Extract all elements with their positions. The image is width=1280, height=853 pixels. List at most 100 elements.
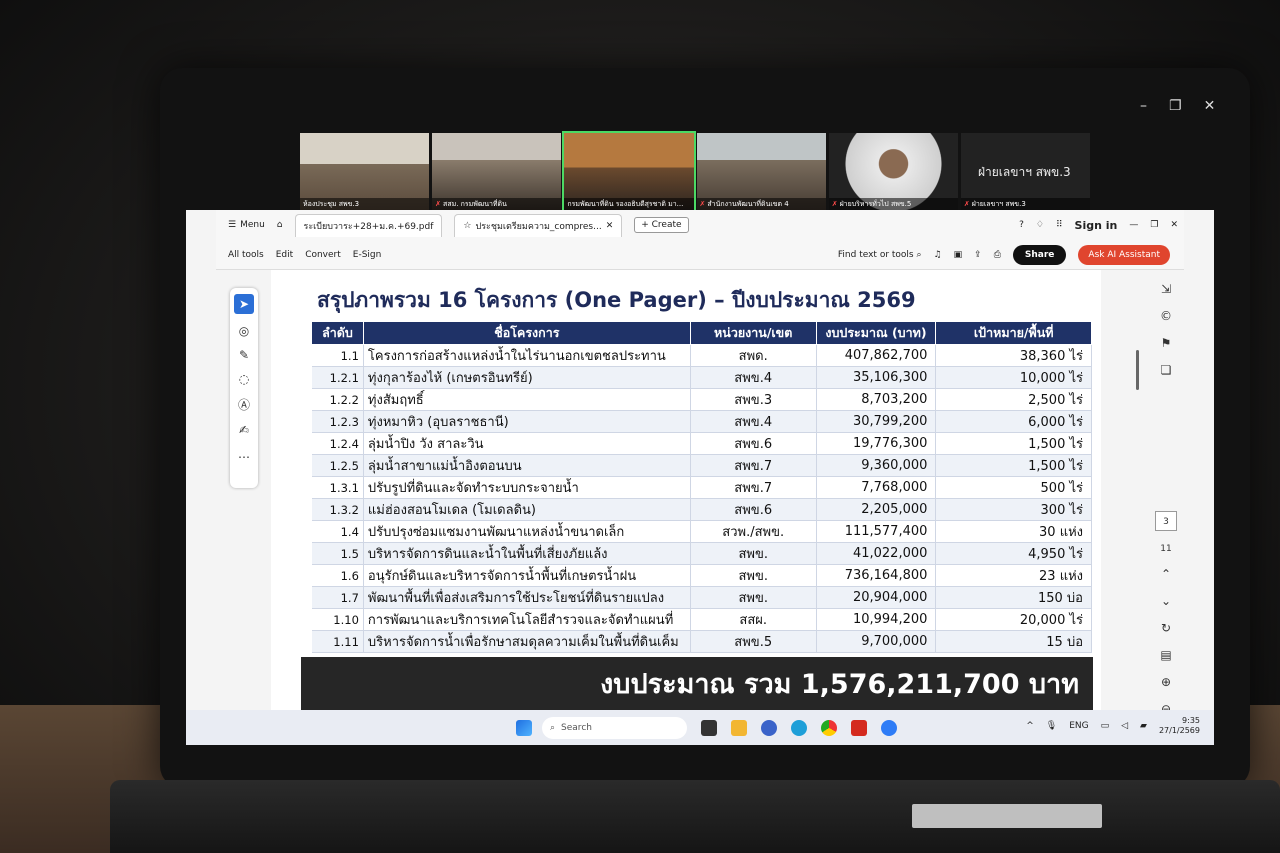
taskbar-search[interactable]: ⌕ Search: [542, 716, 687, 739]
upload-icon[interactable]: ⇪: [974, 250, 982, 260]
convert-button[interactable]: Convert: [305, 250, 341, 260]
participant-tile[interactable]: ✗ ฝ่ายบริหารทั่วไป สพข.5: [828, 133, 958, 210]
laptop-sticker: [912, 804, 1102, 828]
cell-unit: สสผ.: [690, 608, 817, 631]
close-tab-icon[interactable]: ✕: [606, 221, 614, 231]
cell-budget: 20,904,000: [816, 586, 937, 609]
comment-icon[interactable]: ◎: [239, 324, 249, 338]
cell-project-name: ลุ่มน้ำปิง วัง สาละวิน: [363, 432, 691, 455]
minimize-icon[interactable]: –: [1140, 98, 1147, 114]
laptop-base: [110, 780, 1280, 853]
cell-project-name: แม่ฮ่องสอนโมเดล (โมเดลดิน): [363, 498, 691, 521]
start-icon[interactable]: [516, 719, 532, 736]
table-row: 1.6 อนุรักษ์ดินและบริหารจัดการน้ำพื้นที่เ…: [311, 564, 1092, 587]
table-row: 1.3.2 แม่ฮ่องสอนโมเดล (โมเดลดิน) สพข.6 2,20…: [311, 498, 1092, 521]
edge-icon[interactable]: [791, 719, 807, 736]
task-view-icon[interactable]: [701, 719, 717, 736]
cell-target: 10,000 ไร่: [935, 366, 1092, 389]
table-row: 1.10 การพัฒนาและบริการเทคโนโลยีสำรวจและจั…: [311, 608, 1092, 631]
cell-budget: 10,994,200: [816, 608, 937, 631]
windows-taskbar: ⌕ Search ^ 🎙 ENG ▭ ◁ ▰ 9:35 27/1/2569: [186, 710, 1214, 745]
tab-meeting-pdf[interactable]: ☆ ประชุมเตรียมความ_compres... ✕: [454, 213, 623, 237]
ask-ai-button[interactable]: Ask AI Assistant: [1078, 244, 1170, 265]
zoom-in-icon[interactable]: ⊕: [1161, 675, 1171, 689]
cell-target: 4,950 ไร่: [935, 542, 1092, 565]
participant-tile-active[interactable]: กรมพัฒนาที่ดิน รองอธิบดีสุรชาติ มา...: [562, 131, 696, 212]
more-icon[interactable]: …: [238, 447, 250, 461]
app-l-icon[interactable]: [851, 719, 867, 736]
minimize-icon[interactable]: —: [1129, 220, 1138, 230]
language-indicator[interactable]: ENG: [1069, 721, 1088, 731]
participant-tile[interactable]: ✗ สำนักงานพัฒนาที่ดินเขต 4: [696, 133, 826, 210]
cell-budget: 407,862,700: [816, 344, 937, 367]
file-icon[interactable]: ▤: [1160, 648, 1171, 662]
cell-unit: สพข.4: [690, 410, 817, 433]
participant-label: ฝ่ายเลขาฯ สพข.3: [971, 200, 1026, 208]
cell-target: 2,500 ไร่: [935, 388, 1092, 411]
volume-icon[interactable]: ◁: [1121, 721, 1128, 731]
participant-label: สสม. กรมพัฒนาที่ดิน: [443, 200, 507, 208]
pen-icon[interactable]: ✎: [239, 348, 249, 362]
participant-label: กรมพัฒนาที่ดิน รองอธิบดีสุรชาติ มา...: [564, 198, 694, 210]
clock[interactable]: 9:35 27/1/2569: [1159, 716, 1200, 736]
text-box-icon[interactable]: Ⓐ: [238, 396, 250, 413]
microphone-icon[interactable]: 🎙: [1046, 721, 1057, 731]
cell-project-name: โครงการก่อสร้างแหล่งน้ำในไร่นานอกเขตชลปร…: [363, 344, 691, 367]
home-icon[interactable]: ⌂: [277, 220, 283, 230]
find-tools-input[interactable]: Find text or tools ⌕: [838, 250, 922, 260]
chrome-icon[interactable]: [821, 719, 837, 736]
participant-tile[interactable]: ห้องประชุม สพข.3: [300, 133, 430, 210]
esign-button[interactable]: E-Sign: [353, 250, 382, 260]
cell-unit: สพข.7: [690, 454, 817, 477]
restore-icon[interactable]: ❐: [1150, 220, 1158, 230]
sign-in-button[interactable]: Sign in: [1075, 219, 1118, 232]
all-tools-button[interactable]: All tools: [228, 250, 264, 260]
participant-tile[interactable]: ✗ สสม. กรมพัฒนาที่ดิน: [432, 133, 562, 210]
restore-icon[interactable]: ❐: [1169, 98, 1182, 114]
read-aloud-icon[interactable]: ♫: [934, 250, 942, 260]
close-icon[interactable]: ✕: [1204, 98, 1216, 114]
apps-grid-icon[interactable]: ⠿: [1056, 220, 1063, 230]
signature-icon[interactable]: ✍: [239, 423, 249, 437]
edit-button[interactable]: Edit: [276, 250, 293, 260]
bell-icon[interactable]: ♢: [1036, 220, 1044, 230]
export-icon[interactable]: ⇲: [1161, 282, 1171, 296]
battery-icon[interactable]: ▰: [1140, 721, 1147, 731]
create-button[interactable]: + Create: [634, 217, 689, 233]
rotate-icon[interactable]: ↻: [1161, 621, 1171, 635]
cursor-icon[interactable]: ➤: [234, 294, 254, 314]
chevron-down-icon[interactable]: ⌄: [1161, 594, 1171, 608]
zoom-app-icon[interactable]: [881, 719, 897, 736]
total-budget-banner: งบประมาณ รวม 1,576,211,700 บาท: [301, 657, 1093, 710]
cell-target: 38,360 ไร่: [935, 344, 1092, 367]
table-row: 1.1 โครงการก่อสร้างแหล่งน้ำในไร่นานอกเขตช…: [311, 344, 1092, 367]
chevron-up-icon[interactable]: ^: [1026, 721, 1034, 731]
cell-no: 1.3.1: [311, 476, 364, 499]
pages-icon[interactable]: ❏: [1161, 363, 1172, 377]
cell-budget: 736,164,800: [816, 564, 937, 587]
cell-target: 30 แห่ง: [935, 520, 1092, 543]
chevron-up-icon[interactable]: ⌃: [1161, 567, 1171, 581]
scrollbar[interactable]: [1136, 350, 1139, 390]
lasso-icon[interactable]: ◌: [239, 372, 249, 386]
save-icon[interactable]: ▣: [954, 250, 963, 260]
page-number-input[interactable]: 3: [1155, 511, 1177, 531]
print-icon[interactable]: ⎙: [994, 250, 1001, 260]
cell-target: 1,500 ไร่: [935, 454, 1092, 477]
comment-panel-icon[interactable]: ©: [1160, 309, 1172, 323]
star-icon: ☆: [463, 220, 472, 231]
share-button[interactable]: Share: [1012, 244, 1067, 265]
network-icon[interactable]: ▭: [1101, 721, 1110, 731]
tab-agenda-pdf[interactable]: ระเบียบวาระ+28+ม.ค.+69.pdf: [294, 213, 443, 237]
ie-icon[interactable]: [761, 719, 777, 736]
participant-label: ห้องประชุม สพข.3: [300, 198, 430, 210]
cell-project-name: บริหารจัดการดินและน้ำในพื้นที่เสี่ยงภัยแ…: [363, 542, 691, 565]
cell-unit: สพข.7: [690, 476, 817, 499]
column-header-no: ลำดับ: [311, 321, 364, 345]
close-icon[interactable]: ✕: [1170, 220, 1178, 230]
cell-no: 1.3.2: [311, 498, 364, 521]
bookmark-icon[interactable]: ⚑: [1161, 336, 1172, 350]
cell-no: 1.11: [311, 630, 364, 653]
help-icon[interactable]: ?: [1019, 220, 1024, 230]
folder-icon[interactable]: [731, 719, 747, 736]
